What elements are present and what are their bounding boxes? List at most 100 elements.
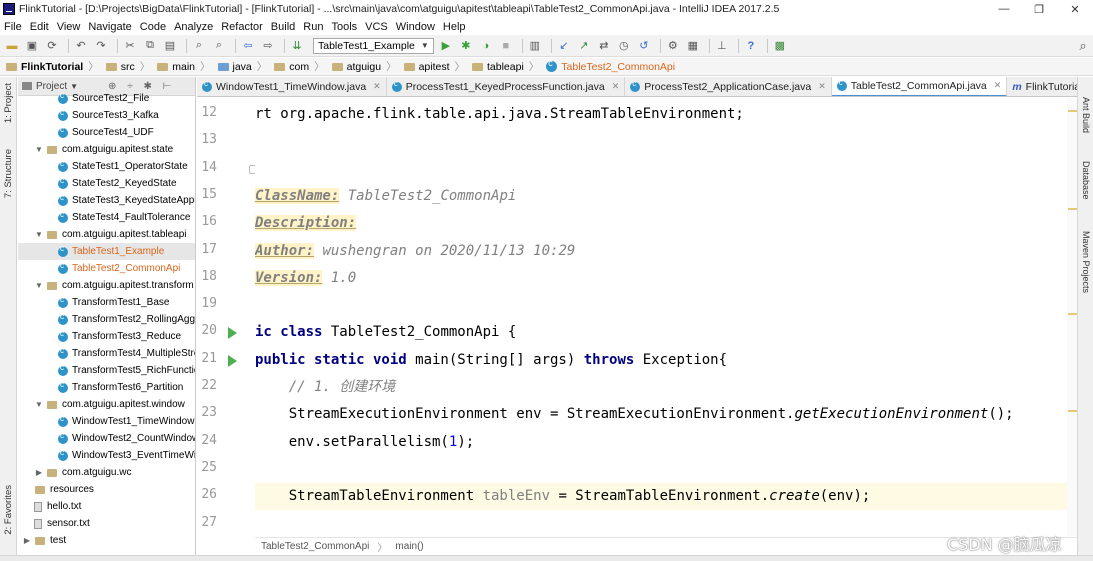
chevron-down-icon[interactable]: ▼	[34, 145, 44, 154]
chevron-down-icon[interactable]: ▼	[34, 400, 44, 409]
nav-crumb-com[interactable]: com 〉	[274, 59, 329, 74]
nav-crumb-tableapi[interactable]: tableapi 〉	[472, 59, 544, 74]
tree-item[interactable]: StateTest4_FaultTolerance	[18, 209, 195, 226]
tree-item[interactable]: TransformTest5_RichFunction	[18, 362, 195, 379]
code-line[interactable]: StreamTableEnvironment tableEnv = Stream…	[255, 483, 1067, 511]
code-line[interactable]: StreamExecutionEnvironment env = StreamE…	[255, 401, 1067, 428]
save-icon[interactable]: ▣	[24, 38, 40, 54]
close-icon[interactable]: ✕	[612, 81, 620, 92]
database-tab[interactable]: Database	[1081, 161, 1091, 200]
menu-view[interactable]: View	[57, 21, 81, 33]
tree-item[interactable]: SourceTest2_File	[18, 90, 195, 107]
tree-item[interactable]: TransformTest4_MultipleStreams	[18, 345, 195, 362]
revert-icon[interactable]: ↺	[636, 38, 652, 54]
code-line[interactable]: Description:	[255, 210, 1067, 237]
chevron-down-icon[interactable]: ▼	[34, 281, 44, 290]
tree-item[interactable]: TransformTest3_Reduce	[18, 328, 195, 345]
help-icon[interactable]: ?	[743, 38, 759, 54]
editor-tab[interactable]: ProcessTest1_KeyedProcessFunction.java ✕	[387, 77, 626, 96]
menu-help[interactable]: Help	[443, 21, 466, 33]
close-icon[interactable]: ✕	[373, 81, 381, 92]
menu-analyze[interactable]: Analyze	[174, 21, 213, 33]
tree-item[interactable]: hello.txt	[18, 498, 195, 515]
tree-item[interactable]: ▼ com.atguigu.apitest.state	[18, 141, 195, 158]
chevron-down-icon[interactable]: ▼	[34, 230, 44, 239]
code-line[interactable]: // 1. 创建环境	[255, 374, 1067, 401]
search-everywhere-icon[interactable]: ⌕	[1075, 38, 1091, 54]
forward-icon[interactable]: ⇨	[260, 38, 276, 54]
code-line[interactable]: ic class TableTest2_CommonApi {	[255, 319, 1067, 346]
coverage-icon[interactable]: ◑	[478, 38, 494, 54]
code-line[interactable]: Author: wushengran on 2020/11/13 10:29	[255, 238, 1067, 265]
redo-icon[interactable]: ↷	[93, 38, 109, 54]
menu-tools[interactable]: Tools	[331, 21, 357, 33]
replace-icon[interactable]: ⌕	[211, 38, 227, 54]
breadcrumb-class[interactable]: TableTest2_CommonApi	[261, 541, 369, 552]
code-editor[interactable]: rt org.apache.flink.table.api.java.Strea…	[255, 98, 1067, 536]
menu-vcs[interactable]: VCS	[365, 21, 388, 33]
tree-item[interactable]: ▶ test	[18, 532, 195, 549]
run-configuration-select[interactable]: TableTest1_Example ▼	[313, 37, 434, 54]
nav-crumb-java[interactable]: java 〉	[217, 59, 273, 74]
close-icon[interactable]: ✕	[818, 81, 826, 92]
minimize-button[interactable]: —	[987, 0, 1021, 18]
undo-icon[interactable]: ↶	[73, 38, 89, 54]
ant-build-tab[interactable]: Ant Build	[1081, 97, 1091, 133]
copy-icon[interactable]: ⧉	[142, 38, 158, 54]
code-line[interactable]: ClassName: TableTest2_CommonApi	[255, 183, 1067, 210]
paste-icon[interactable]: ▤	[162, 38, 178, 54]
tree-item[interactable]: SourceTest4_UDF	[18, 124, 195, 141]
editor-tab[interactable]: TableTest2_CommonApi.java ✕	[831, 77, 1008, 96]
editor-scrollbar-track[interactable]	[1067, 98, 1077, 536]
code-line[interactable]: rt org.apache.flink.table.api.java.Strea…	[255, 101, 1067, 128]
tree-item[interactable]: StateTest1_OperatorState	[18, 158, 195, 175]
project-tool-tab[interactable]: 1: Project	[3, 83, 14, 123]
run-gutter-icon[interactable]	[228, 354, 237, 367]
tree-item[interactable]: TransformTest6_Partition	[18, 379, 195, 396]
tree-item[interactable]: sensor.txt	[18, 515, 195, 532]
tree-item[interactable]: ▼ com.atguigu.apitest.transform	[18, 277, 195, 294]
code-line[interactable]	[255, 292, 1067, 319]
menu-edit[interactable]: Edit	[30, 21, 49, 33]
open-icon[interactable]: ▬	[4, 38, 20, 54]
settings-icon[interactable]: ⚙	[665, 38, 681, 54]
tree-item[interactable]: TableTest2_CommonApi	[18, 260, 195, 277]
code-line[interactable]: Version: 1.0	[255, 265, 1067, 292]
breadcrumb-method[interactable]: main()	[395, 541, 423, 552]
tree-item[interactable]: StateTest3_KeyedStateApplication	[18, 192, 195, 209]
chevron-right-icon[interactable]: ▶	[22, 536, 32, 545]
tree-item[interactable]: ▼ com.atguigu.apitest.window	[18, 396, 195, 413]
code-line[interactable]	[255, 156, 1067, 183]
code-line[interactable]: env.setParallelism(1);	[255, 429, 1067, 456]
nav-crumb-atguigu[interactable]: atguigu 〉	[331, 59, 402, 74]
scroll-marker[interactable]	[1068, 208, 1077, 210]
history-icon[interactable]: ◷	[616, 38, 632, 54]
maven-projects-tab[interactable]: Maven Projects	[1081, 231, 1091, 293]
favorites-tool-tab[interactable]: 2: Favorites	[3, 485, 14, 535]
editor-tab[interactable]: WindowTest1_TimeWindow.java ✕	[197, 77, 387, 96]
sync-icon[interactable]: ⟳	[44, 38, 60, 54]
code-line[interactable]	[255, 128, 1067, 155]
sdk-icon[interactable]: ⊥	[714, 38, 730, 54]
nav-crumb-class[interactable]: TableTest2_CommonApi	[546, 58, 675, 73]
editor-tab[interactable]: mFlinkTutorial✕	[1007, 77, 1077, 96]
menu-navigate[interactable]: Navigate	[88, 21, 131, 33]
code-line[interactable]	[255, 511, 1067, 537]
tree-item[interactable]: ▶ com.atguigu.wc	[18, 464, 195, 481]
close-button[interactable]: ✕	[1058, 0, 1092, 18]
close-icon[interactable]: ✕	[994, 80, 1002, 91]
run-gutter-icon[interactable]	[228, 327, 237, 340]
tree-item[interactable]: WindowTest3_EventTimeWindow	[18, 447, 195, 464]
structure-icon[interactable]: ▥	[527, 38, 543, 54]
run-icon[interactable]: ▶	[438, 38, 454, 54]
nav-crumb-main[interactable]: main 〉	[157, 59, 215, 74]
chevron-right-icon[interactable]: ▶	[34, 468, 44, 477]
project-structure-icon[interactable]: ▦	[685, 38, 701, 54]
scroll-marker[interactable]	[1068, 313, 1077, 315]
menu-code[interactable]: Code	[140, 21, 166, 33]
nav-crumb-apitest[interactable]: apitest 〉	[403, 59, 470, 74]
restore-button[interactable]: ❐	[1022, 0, 1056, 18]
nav-crumb-src[interactable]: src 〉	[105, 59, 156, 74]
find-icon[interactable]: ⌕	[191, 38, 207, 54]
nav-crumb-project[interactable]: FlinkTutorial 〉	[6, 59, 104, 74]
